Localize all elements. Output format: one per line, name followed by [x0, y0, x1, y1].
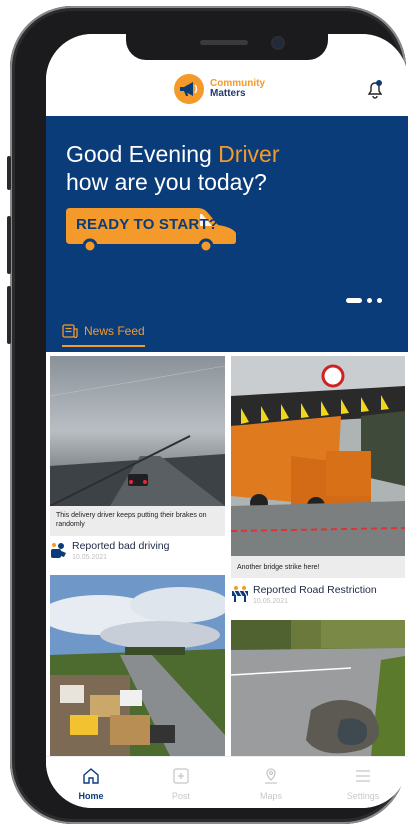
carousel-dots[interactable]: [346, 298, 382, 303]
tab-settings[interactable]: Settings: [328, 767, 398, 801]
map-pin-icon: [265, 768, 277, 784]
greeting-prefix: Good Evening: [66, 141, 219, 167]
tab-post[interactable]: Post: [146, 767, 216, 801]
greeting-line-2: how are you today?: [66, 169, 267, 195]
feed-card[interactable]: [231, 620, 405, 756]
speaker: [200, 40, 248, 45]
tab-label: Settings: [346, 791, 380, 801]
post-caption: Another bridge strike here!: [231, 556, 405, 578]
carousel-dot[interactable]: [377, 298, 382, 303]
mute-switch: [7, 156, 11, 190]
greeting-text: Good Evening Driver how are you today?: [66, 140, 280, 196]
news-feed-icon: [62, 324, 78, 338]
carousel-dot[interactable]: [367, 298, 372, 303]
post-title: Reported bad driving: [72, 540, 170, 552]
tab-label: News Feed: [84, 324, 145, 338]
plus-square-icon: [173, 768, 189, 784]
fly-tipping-photo: [50, 575, 225, 756]
home-icon: [83, 768, 99, 784]
feed-card[interactable]: [50, 575, 225, 756]
news-feed-grid: This delivery driver keeps putting their…: [46, 352, 408, 756]
app-logo: Community Matters: [174, 74, 265, 104]
greeting-banner: Good Evening Driver how are you today? R…: [46, 116, 408, 352]
user-name: Driver: [218, 141, 280, 167]
tab-home[interactable]: Home: [56, 767, 126, 801]
megaphone-icon: [174, 74, 204, 104]
phone-screen: Community Matters Good Evening Driver ho…: [46, 34, 408, 808]
pothole-photo: [231, 620, 405, 756]
volume-up-button: [7, 216, 11, 274]
carousel-dot-active[interactable]: [346, 298, 362, 303]
logo-line-2: Matters: [210, 88, 246, 99]
post-meta: Reported Road Restriction 10.05.2021: [231, 584, 377, 605]
post-meta: Reported bad driving 10.05.2021: [50, 540, 169, 561]
tab-label: Post: [171, 791, 190, 801]
notification-bell-icon[interactable]: [364, 78, 386, 100]
road-barrier-icon: [232, 586, 248, 602]
rainy-road-photo: [50, 356, 225, 569]
volume-down-button: [7, 286, 11, 344]
driver-report-icon: [51, 543, 66, 558]
bottom-tab-bar: Home Post Maps Settings: [46, 756, 408, 808]
phone-frame: Community Matters Good Evening Driver ho…: [7, 6, 408, 824]
camera: [273, 38, 283, 48]
post-date: 10.05.2021: [253, 598, 289, 605]
ready-to-start-button[interactable]: READY TO START?: [66, 208, 238, 254]
notch: [126, 34, 328, 60]
post-caption: This delivery driver keeps putting their…: [50, 506, 225, 536]
tab-label: Maps: [259, 791, 282, 801]
post-title: Reported Road Restriction: [253, 584, 377, 596]
post-date: 10.05.2021: [72, 554, 108, 561]
feed-card[interactable]: This delivery driver keeps putting their…: [50, 356, 225, 569]
tab-news-feed[interactable]: News Feed: [62, 324, 145, 347]
menu-icon: [356, 770, 370, 782]
tab-label: Home: [78, 791, 104, 801]
tab-maps[interactable]: Maps: [236, 767, 306, 801]
cta-label: READY TO START?: [76, 216, 219, 233]
feed-card[interactable]: Another bridge strike here! Reported Roa…: [231, 356, 405, 614]
